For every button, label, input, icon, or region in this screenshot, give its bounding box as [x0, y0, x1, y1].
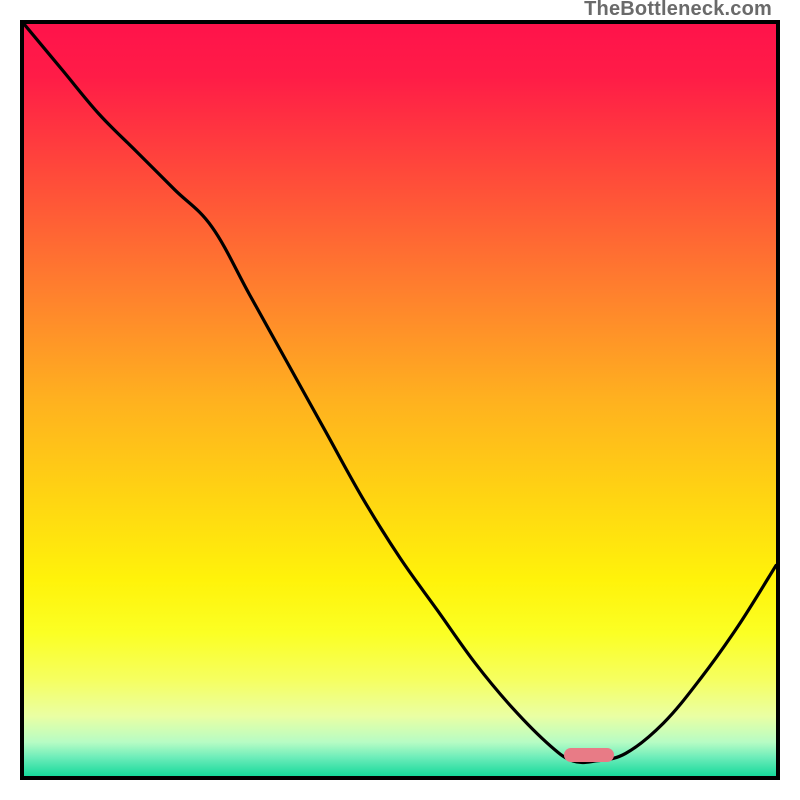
watermark-text: TheBottleneck.com — [584, 0, 772, 21]
bottleneck-curve — [24, 24, 776, 763]
curve-layer — [24, 24, 776, 776]
optimal-region-marker — [564, 748, 614, 762]
plot-frame — [20, 20, 780, 780]
